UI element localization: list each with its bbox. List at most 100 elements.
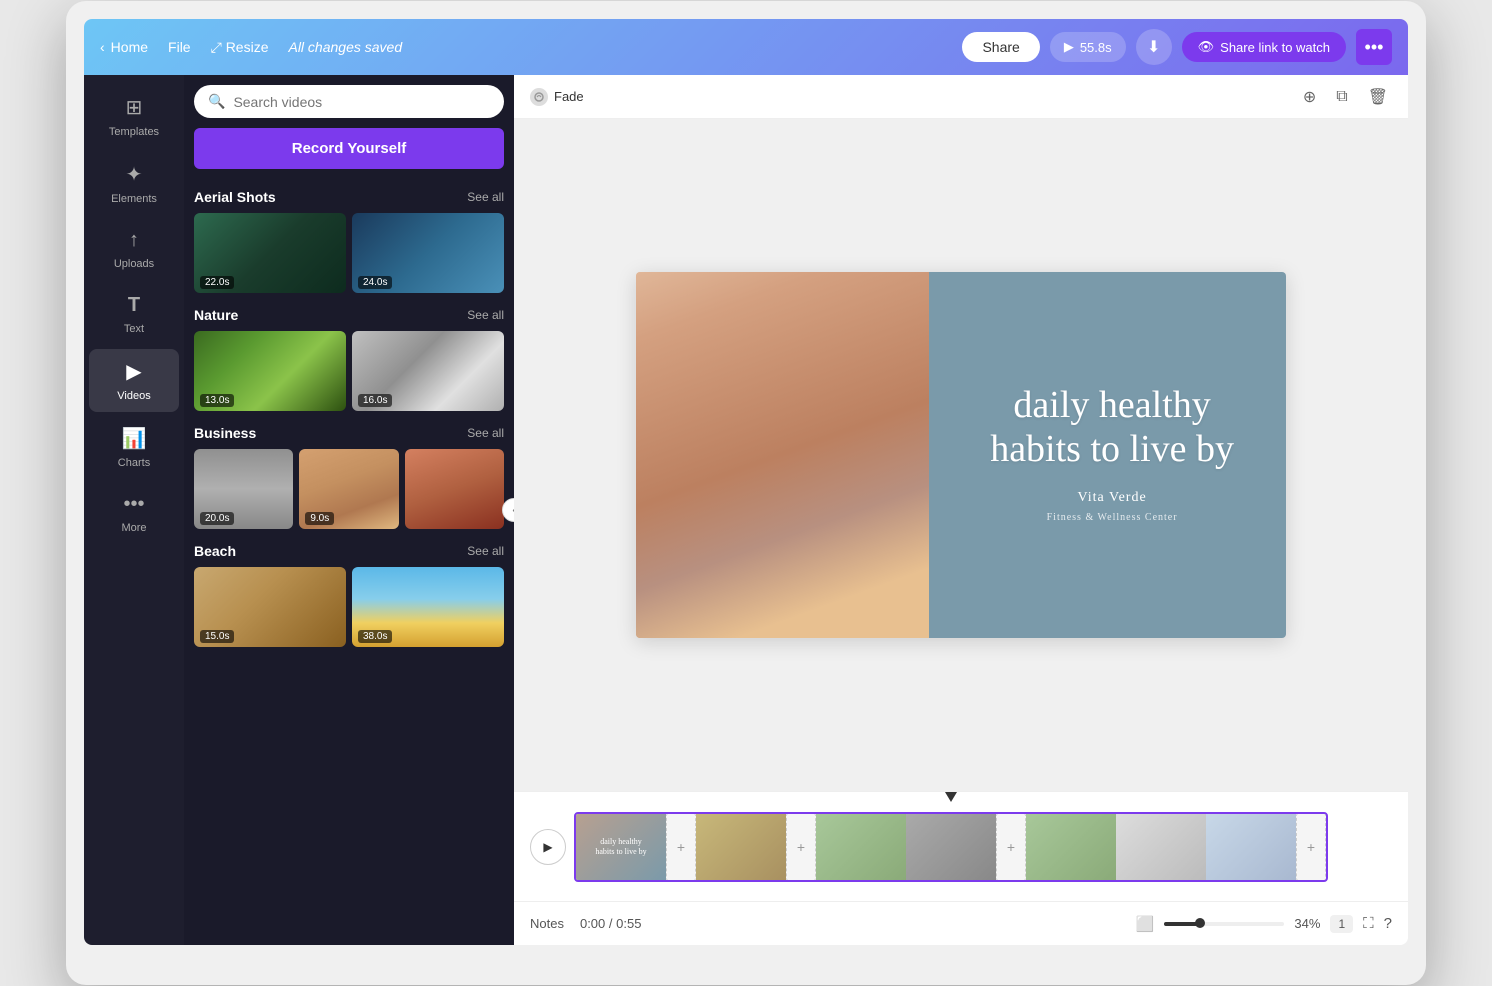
timeline-slide-4[interactable]: [906, 812, 996, 882]
sidebar-label-text: Text: [124, 323, 144, 335]
notes-button[interactable]: Notes: [530, 916, 564, 931]
resize-menu[interactable]: ⤢ Resize: [211, 39, 269, 56]
timeline-bar: ▶ daily healthyhabits to live by: [514, 791, 1408, 901]
nature-duration-2: 16.0s: [358, 394, 392, 407]
timeline-slide-3[interactable]: [816, 812, 906, 882]
aerial-video-2[interactable]: 24.0s: [352, 213, 504, 293]
chevron-left-icon: ‹: [100, 39, 105, 55]
business-see-all[interactable]: See all: [467, 426, 504, 440]
aerial-see-all[interactable]: See all: [467, 190, 504, 204]
slide-thumb-7: [1206, 812, 1296, 882]
ellipsis-icon: •••: [1365, 37, 1384, 58]
beach-section-title: Beach: [194, 543, 236, 559]
timeline-slide-6[interactable]: [1116, 812, 1206, 882]
more-icon: •••: [123, 493, 144, 516]
beach-duration-2: 38.0s: [358, 630, 392, 643]
add-frame-button[interactable]: ⊕: [1299, 83, 1320, 111]
sidebar-item-charts[interactable]: 📊 Charts: [89, 416, 179, 479]
sidebar-label-elements: Elements: [111, 193, 157, 205]
share-link-button[interactable]: 👁 Share link to watch: [1182, 32, 1346, 62]
sidebar-item-uploads[interactable]: ↑ Uploads: [89, 219, 179, 280]
search-bar: 🔍: [194, 85, 504, 118]
slide-brand: Vita Verde Fitness & Wellness Center: [990, 487, 1234, 525]
play-icon: ▶: [1064, 39, 1074, 55]
add-slide-after-2[interactable]: +: [786, 812, 816, 882]
slide-thumb-2: [696, 812, 786, 882]
sidebar-item-elements[interactable]: ✦ Elements: [89, 152, 179, 215]
text-icon: T: [128, 294, 140, 317]
timeline-slide-2[interactable]: [696, 812, 786, 882]
add-slide-after-4[interactable]: +: [996, 812, 1026, 882]
zoom-dot: [1195, 918, 1205, 928]
business-video-grid: 20.0s 9.0s: [194, 449, 504, 529]
beach-see-all[interactable]: See all: [467, 544, 504, 558]
nature-video-grid: 13.0s 16.0s: [194, 331, 504, 411]
fullscreen-button[interactable]: ⛶: [1363, 915, 1374, 932]
file-menu[interactable]: File: [168, 39, 191, 55]
canvas-container: daily healthy habits to live by Vita Ver…: [514, 119, 1408, 791]
elements-icon: ✦: [126, 162, 143, 187]
presenter-view-button[interactable]: ⬜: [1136, 915, 1155, 933]
bottom-right: ⬜ 34% 1 ⛶ ?: [1136, 915, 1392, 933]
time-display: 0:00 / 0:55: [580, 916, 641, 931]
help-button[interactable]: ?: [1384, 915, 1392, 932]
top-bar: ‹ Home File ⤢ Resize All changes saved S…: [84, 19, 1408, 75]
brand-name: Vita Verde: [990, 487, 1234, 509]
canvas-toolbar: Fade ⊕ ⧉ 🗑: [514, 75, 1408, 119]
transition-label: Fade: [554, 89, 584, 104]
sidebar-label-charts: Charts: [118, 457, 150, 469]
aerial-section-header: Aerial Shots See all: [194, 189, 504, 205]
slide-background: daily healthy habits to live by Vita Ver…: [636, 272, 1286, 638]
timeline-slide-5[interactable]: [1026, 812, 1116, 882]
slide-canvas[interactable]: daily healthy habits to live by Vita Ver…: [636, 272, 1286, 638]
nature-section-title: Nature: [194, 307, 238, 323]
top-nav: File ⤢ Resize All changes saved: [168, 39, 402, 56]
play-time-button[interactable]: ▶ 55.8s: [1050, 32, 1126, 62]
home-button[interactable]: ‹ Home: [100, 39, 148, 55]
bottom-bar: Notes 0:00 / 0:55 ⬜ 34%: [514, 901, 1408, 945]
timeline-slide-1[interactable]: daily healthyhabits to live by: [576, 812, 666, 882]
add-slide-after-7[interactable]: +: [1296, 812, 1326, 882]
search-input[interactable]: [233, 94, 490, 110]
business-video-3[interactable]: [405, 449, 504, 529]
timeline-play-button[interactable]: ▶: [530, 829, 566, 865]
nature-video-2[interactable]: 16.0s: [352, 331, 504, 411]
share-button[interactable]: Share: [962, 32, 1039, 62]
slide-thumb-5: [1026, 812, 1116, 882]
timeline-slides-wrapper: daily healthyhabits to live by + +: [574, 812, 1328, 882]
delete-button[interactable]: 🗑: [1364, 83, 1392, 111]
download-button[interactable]: ⬇: [1136, 29, 1172, 65]
search-icon: 🔍: [208, 93, 225, 110]
sidebar-label-more: More: [121, 522, 146, 534]
zoom-slider[interactable]: [1164, 922, 1284, 926]
nature-video-1[interactable]: 13.0s: [194, 331, 346, 411]
add-slide-after-1[interactable]: +: [666, 812, 696, 882]
sidebar-item-more[interactable]: ••• More: [89, 483, 179, 544]
transition-control[interactable]: Fade: [530, 88, 584, 106]
sidebar-item-videos[interactable]: ▶ Videos: [89, 349, 179, 412]
business-video-2[interactable]: 9.0s: [299, 449, 398, 529]
timeline-marker: [574, 792, 1328, 802]
record-button[interactable]: Record Yourself: [194, 128, 504, 169]
download-icon: ⬇: [1147, 37, 1160, 57]
business-video-1[interactable]: 20.0s: [194, 449, 293, 529]
more-options-button[interactable]: •••: [1356, 29, 1392, 65]
nature-see-all[interactable]: See all: [467, 308, 504, 322]
page-indicator: 1: [1330, 915, 1353, 933]
aerial-duration-1: 22.0s: [200, 276, 234, 289]
sidebar-item-templates[interactable]: ⊞ Templates: [89, 85, 179, 148]
sidebar-item-text[interactable]: T Text: [89, 284, 179, 345]
timeline-slide-7[interactable]: [1206, 812, 1296, 882]
beach-video-2[interactable]: 38.0s: [352, 567, 504, 647]
videos-panel: 🔍 Record Yourself Aerial Shots See all 2…: [184, 75, 514, 945]
beach-video-grid: 15.0s 38.0s: [194, 567, 504, 647]
duplicate-button[interactable]: ⧉: [1332, 84, 1351, 110]
slide-thumb-1: daily healthyhabits to live by: [576, 812, 666, 882]
headline-line2: habits to live by: [990, 428, 1234, 470]
beach-video-1[interactable]: 15.0s: [194, 567, 346, 647]
slide-thumb-4: [906, 812, 996, 882]
aerial-video-1[interactable]: 22.0s: [194, 213, 346, 293]
top-bar-right: Share ▶ 55.8s ⬇ 👁 Share link to watch ••…: [962, 29, 1392, 65]
laptop-screen: ‹ Home File ⤢ Resize All changes saved S…: [84, 19, 1408, 945]
business-duration-2: 9.0s: [305, 512, 334, 525]
